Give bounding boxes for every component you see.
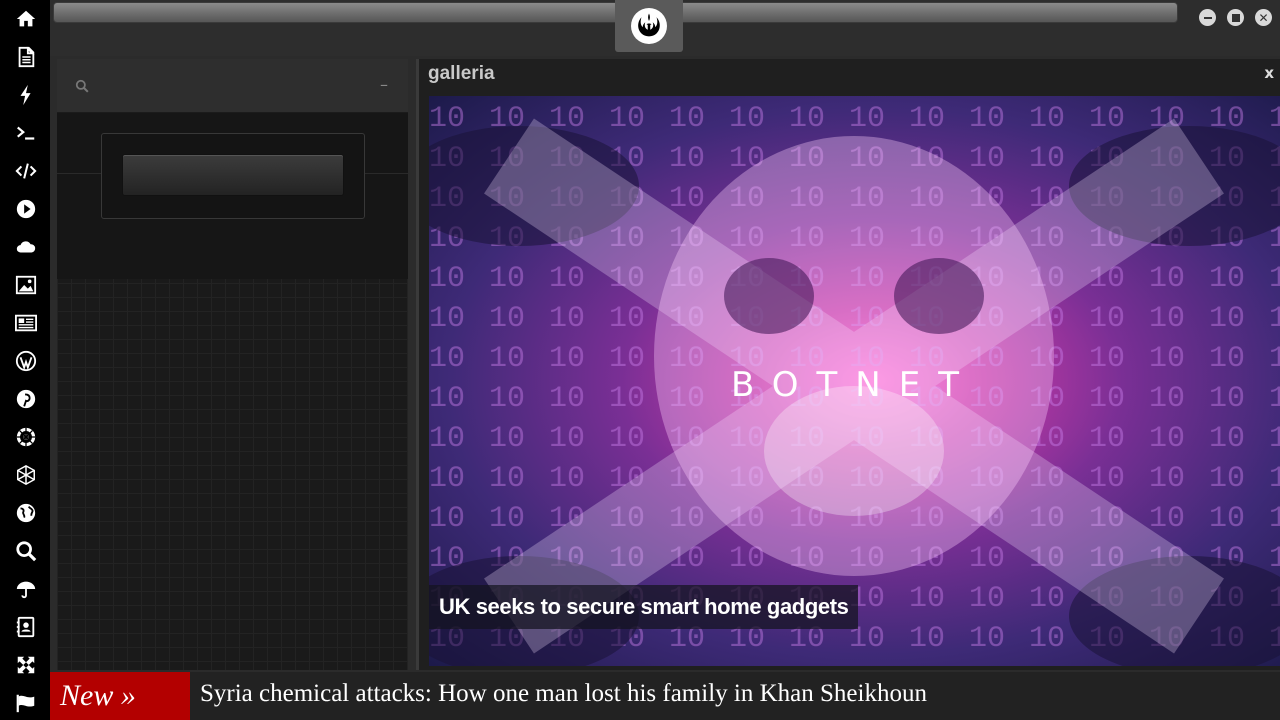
minimize-icon (1203, 16, 1212, 19)
gallery-title: galleria (428, 63, 495, 84)
gallery-close-button[interactable]: x (1264, 64, 1274, 82)
ticker-headline[interactable]: Syria chemical attacks: How one man lost… (200, 680, 927, 708)
close-button[interactable]: ✕ (1255, 9, 1272, 26)
gallery-image[interactable]: 10 BOTNET UK seeks to secure smart home … (429, 96, 1280, 666)
terminal-icon[interactable] (10, 117, 42, 149)
globe-icon[interactable] (10, 497, 42, 529)
flag-icon[interactable] (10, 687, 42, 719)
search-icon[interactable] (10, 535, 42, 567)
panel-header: – (57, 59, 408, 113)
network-icon[interactable] (10, 459, 42, 491)
code-icon[interactable] (10, 155, 42, 187)
contact-book-icon[interactable] (10, 611, 42, 643)
sidebar (0, 0, 50, 720)
search-icon[interactable] (75, 79, 89, 98)
left-panel: – (57, 59, 408, 670)
document-icon[interactable] (10, 41, 42, 73)
newspaper-icon[interactable] (10, 307, 42, 339)
panel-input-field[interactable] (122, 154, 344, 196)
lightning-icon[interactable] (10, 79, 42, 111)
logo-tab[interactable] (615, 0, 683, 52)
minimize-button[interactable] (1199, 9, 1216, 26)
gallery-caption: UK seeks to secure smart home gadgets (429, 585, 859, 629)
pinterest-icon[interactable] (10, 383, 42, 415)
close-icon: ✕ (1258, 10, 1269, 25)
cloud-icon[interactable] (10, 231, 42, 263)
rebel-alliance-icon (631, 8, 667, 44)
home-icon[interactable] (10, 3, 42, 35)
ticker-badge[interactable]: New » (50, 672, 190, 720)
umbrella-icon[interactable] (10, 573, 42, 605)
maximize-icon (1231, 13, 1240, 22)
input-card (101, 133, 365, 219)
play-icon[interactable] (10, 193, 42, 225)
botnet-text: BOTNET (731, 365, 977, 405)
expand-icon[interactable] (10, 649, 42, 681)
wordpress-icon[interactable] (10, 345, 42, 377)
news-ticker: New » Syria chemical attacks: How one ma… (50, 672, 1280, 720)
gallery-panel: galleria x 10 BOTNET UK seeks to secure … (416, 59, 1280, 670)
collapse-button[interactable]: – (380, 75, 388, 94)
image-icon[interactable] (10, 269, 42, 301)
botnet-artwork: 10 BOTNET (429, 96, 1280, 666)
empire-icon[interactable] (10, 421, 42, 453)
maximize-button[interactable] (1227, 9, 1244, 26)
